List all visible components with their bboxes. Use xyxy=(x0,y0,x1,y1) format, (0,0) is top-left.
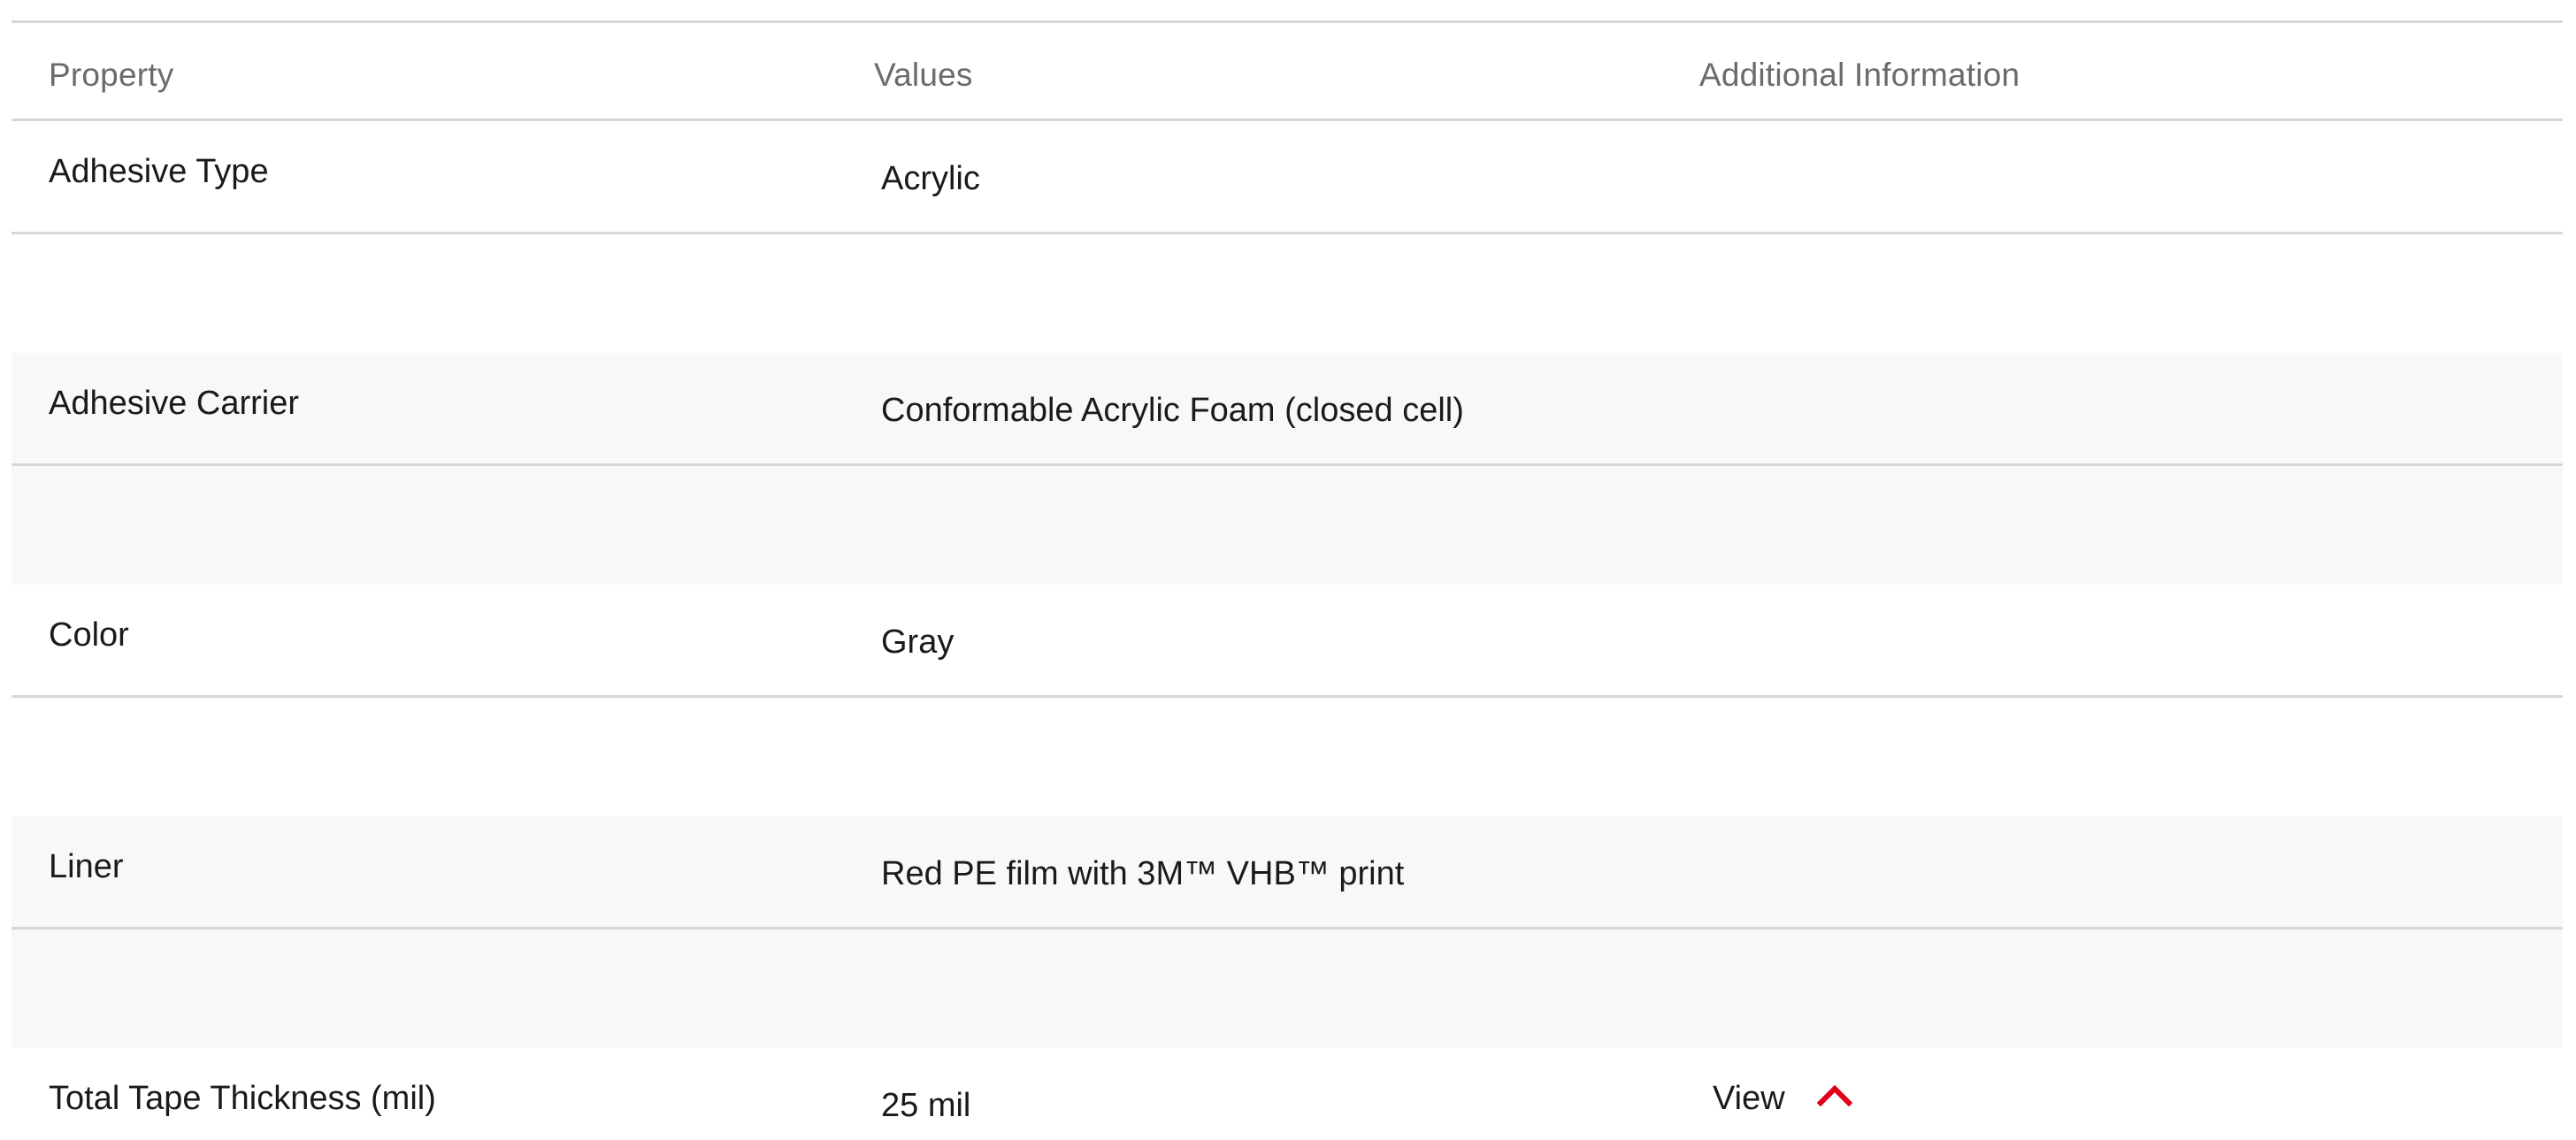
header-values: Values xyxy=(874,57,973,93)
row-spacer xyxy=(12,930,2563,1048)
header-property: Property xyxy=(49,57,174,93)
property-cell: Total Tape Thickness (mil) xyxy=(49,1080,436,1117)
value-cell: Red PE film with 3M™ VHB™ print xyxy=(881,855,1405,892)
table-header-row: Property Values Additional Information xyxy=(12,20,2563,121)
row-spacer xyxy=(12,698,2563,816)
value-cell: Conformable Acrylic Foam (closed cell) xyxy=(881,392,1464,429)
specifications-table: Property Values Additional Information A… xyxy=(12,20,2563,1136)
view-additional-info-toggle[interactable]: View xyxy=(1713,1080,1852,1118)
value-cell: Gray xyxy=(881,624,954,661)
chevron-up-icon[interactable] xyxy=(1816,1082,1852,1106)
table-row: Color Gray xyxy=(12,585,2563,698)
table-row: Total Tape Thickness (mil) 25 mil View xyxy=(12,1048,2563,1136)
table-row: Adhesive Type Acrylic xyxy=(12,121,2563,234)
header-additional-information: Additional Information xyxy=(1699,57,2020,93)
value-cell: 25 mil xyxy=(881,1087,971,1124)
property-cell: Liner xyxy=(49,848,124,885)
row-spacer xyxy=(12,466,2563,585)
table-row: Liner Red PE film with 3M™ VHB™ print xyxy=(12,816,2563,930)
row-spacer xyxy=(12,234,2563,353)
property-cell: Adhesive Carrier xyxy=(49,385,299,422)
table-row: Adhesive Carrier Conformable Acrylic Foa… xyxy=(12,353,2563,466)
view-link[interactable]: View xyxy=(1713,1080,1785,1118)
property-cell: Adhesive Type xyxy=(49,153,269,190)
value-cell: Acrylic xyxy=(881,160,980,197)
property-cell: Color xyxy=(49,616,129,654)
